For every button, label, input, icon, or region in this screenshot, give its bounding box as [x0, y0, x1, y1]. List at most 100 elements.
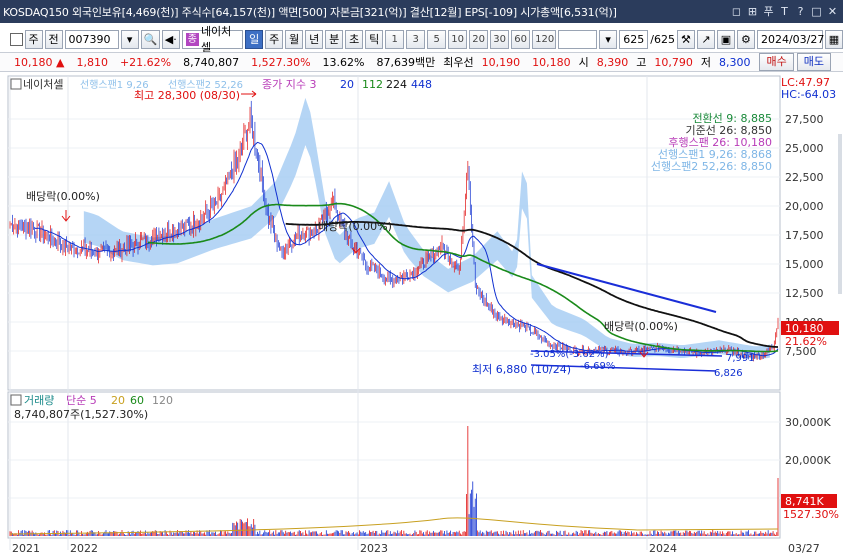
interval-20[interactable]: 20 — [469, 29, 489, 49]
volume-y-tick: 30,000K — [785, 416, 831, 429]
legend-ma-20: 20 — [340, 78, 354, 91]
interval-120[interactable]: 120 — [532, 29, 557, 49]
low-annotation: 최저 6,880 (10/24) — [472, 363, 571, 376]
indicator-legend-entry: 선행스팬2 52,26: 8,850 — [651, 160, 772, 173]
legend-stock: 네이처셀 — [23, 78, 63, 91]
x-axis-label: 2024 — [649, 542, 677, 555]
price-y-tick: 25,000 — [785, 142, 824, 155]
stock-name-field[interactable]: 종 네이처셀 — [181, 25, 244, 54]
period-day[interactable]: 일 — [245, 29, 264, 49]
interval-5[interactable]: 5 — [427, 29, 447, 49]
help-icon[interactable]: ? — [794, 5, 807, 18]
window-icon[interactable]: ◻ — [730, 5, 743, 18]
window-titlebar: KOSDAQ150 외국인보유[4,469(천)] 주식수[64,157(천)]… — [0, 0, 843, 23]
interval-1[interactable]: 1 — [385, 29, 405, 49]
volume-current-pct-text: 1527.30% — [783, 508, 839, 521]
hc-label: HC:-64.03 — [781, 88, 836, 101]
volume-value: 8,740,807 — [183, 55, 240, 69]
interval-3[interactable]: 3 — [406, 29, 426, 49]
x-axis-label: 2022 — [70, 542, 98, 555]
open-label: 시 — [578, 56, 589, 69]
low-price: 8,300 — [718, 55, 751, 69]
pin-icon[interactable]: 푸 — [762, 5, 775, 18]
buy-button[interactable]: 매수 — [759, 53, 794, 71]
volume-legend-label: 거래량 — [24, 394, 54, 407]
custom-interval-input[interactable] — [558, 29, 598, 49]
stock-name: 네이처셀 — [200, 25, 232, 54]
code-dropdown-icon[interactable]: ▾ — [120, 29, 139, 49]
pct-annotation-2: -6.69% — [580, 361, 615, 372]
settings-icon[interactable]: ⚙ — [736, 29, 755, 49]
pct-annotation-1: -3.05%(-3.62%) — [530, 349, 609, 360]
current-price-tag-text: 10,180 — [785, 322, 824, 335]
interval-dropdown-icon[interactable]: ▾ — [599, 29, 618, 49]
best-label: 최우선 — [443, 56, 474, 69]
volume-percent: 1,527.30% — [251, 55, 311, 69]
y-axis-ticks: 27,500 25,000 22,500 20,000 17,500 15,000 12,5… — [785, 113, 831, 505]
volume-legend-20: 20 — [111, 394, 125, 407]
sync-checkbox[interactable] — [10, 32, 23, 46]
interval-60[interactable]: 60 — [511, 29, 531, 49]
current-pct-tag-text: 21.62% — [785, 335, 827, 348]
quote-bar: 10,180 ▲ 1,810 +21.62% 8,740,807 1,527.3… — [0, 52, 843, 72]
date-input[interactable]: 2024/03/27 — [756, 29, 824, 49]
open-price: 8,390 — [596, 55, 629, 69]
period-month[interactable]: 월 — [285, 29, 304, 49]
volume-y-tick: 20,000K — [785, 454, 831, 467]
speaker-icon[interactable]: ◀· — [161, 29, 180, 49]
search-icon[interactable]: 🔍 — [140, 29, 160, 49]
layout-icon[interactable]: ⊞ — [746, 5, 759, 18]
close-icon[interactable]: ✕ — [826, 5, 839, 18]
sell-button[interactable]: 매도 — [796, 53, 831, 71]
line-tool-icon[interactable]: ↗ — [696, 29, 715, 49]
t-icon[interactable]: T — [778, 5, 791, 18]
period-minute[interactable]: 분 — [325, 29, 344, 49]
volume-legend-ma: 단순 5 — [66, 394, 97, 407]
price-y-tick: 20,000 — [785, 200, 824, 213]
legend-ma-224: 224 — [386, 78, 407, 91]
restore-icon[interactable]: □ — [810, 5, 823, 18]
prefix-button[interactable]: 전 — [44, 29, 63, 49]
volume-legend-120: 120 — [152, 394, 173, 407]
x-axis-label: 2021 — [12, 542, 40, 555]
best-bid: 10,180 — [532, 55, 571, 69]
vertical-scrollbar[interactable] — [838, 134, 842, 294]
period-year[interactable]: 년 — [305, 29, 324, 49]
best-ask: 10,190 — [481, 55, 521, 69]
count-input[interactable]: 625 — [619, 29, 649, 49]
calendar-icon[interactable]: ▦ — [824, 29, 843, 49]
chart-toolbar: 주 전 007390 ▾ 🔍 ◀· 종 네이처셀 일 주 월 년 분 초 틱 1… — [0, 25, 843, 54]
volume-legend-value: 8,740,807주(1,527.30%) — [14, 408, 148, 421]
channel-upper-label: 7,991 — [726, 353, 755, 364]
save-icon[interactable]: ▣ — [716, 29, 735, 49]
high-label: 고 — [636, 56, 647, 69]
price-change: 1,810 — [76, 55, 108, 69]
x-axis-label: 2023 — [360, 542, 388, 555]
interval-10[interactable]: 10 — [448, 29, 468, 49]
trade-amount: 87,639백만 — [376, 56, 436, 69]
high-price: 10,790 — [654, 55, 693, 69]
x-axis-right-label: 03/27 — [788, 542, 820, 555]
stock-chart-svg[interactable]: 27,500 25,000 22,500 20,000 17,500 15,000 12,5… — [0, 74, 843, 558]
interval-30[interactable]: 30 — [490, 29, 510, 49]
period-second[interactable]: 초 — [345, 29, 364, 49]
stock-code-input[interactable]: 007390 — [64, 29, 119, 49]
dividend-annotation-3: 배당락(0.00%) — [604, 320, 678, 333]
legend-ma-448: 448 — [411, 78, 432, 91]
count-total: /625 — [650, 32, 675, 46]
tools-icon[interactable]: ⚒ — [676, 29, 695, 49]
price-y-tick: 12,500 — [785, 287, 824, 300]
current-price: 10,180 ▲ — [14, 55, 65, 69]
high-annotation: 최고 28,300 (08/30) — [134, 89, 240, 102]
mode-select[interactable]: 주 — [24, 29, 43, 49]
x-axis: 2021 2022 2023 2024 03/27 — [12, 542, 820, 555]
period-tick[interactable]: 틱 — [365, 29, 384, 49]
chart-area[interactable]: 27,500 25,000 22,500 20,000 17,500 15,000 12,5… — [0, 74, 843, 558]
period-week[interactable]: 주 — [265, 29, 284, 49]
volume-legend-60: 60 — [130, 394, 144, 407]
change-percent: +21.62% — [119, 55, 172, 69]
channel-lower-label: 6,826 — [714, 368, 743, 379]
price-y-tick: 27,500 — [785, 113, 824, 126]
low-label: 저 — [700, 56, 711, 69]
price-y-tick: 15,000 — [785, 258, 824, 271]
